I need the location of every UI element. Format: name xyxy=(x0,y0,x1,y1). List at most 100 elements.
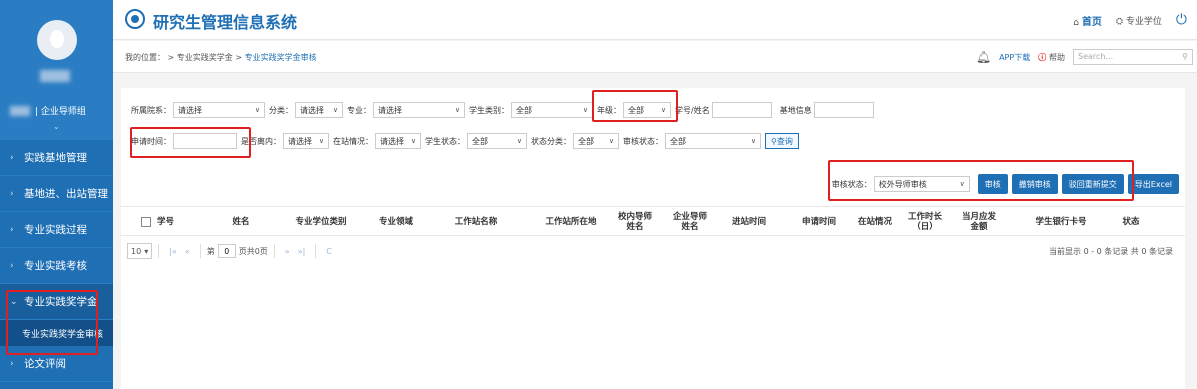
last-page-icon[interactable]: »| xyxy=(294,247,310,256)
breadcrumb: 我的位置： > 专业实践奖学金 > 专业实践奖学金审核 xyxy=(125,52,317,63)
user-id-blurred xyxy=(10,105,30,116)
page-size-select[interactable]: 10 ▾ xyxy=(127,243,153,259)
divider xyxy=(315,244,317,258)
category-select[interactable]: 请选择 ∨ xyxy=(295,102,343,118)
department-select[interactable]: 请选择 ∨ xyxy=(173,102,265,118)
chevron-down-icon: ∨ xyxy=(959,180,965,188)
sidebar-item-label: 专业实践过程 xyxy=(24,224,87,236)
col-station-name: 工作站名称 xyxy=(454,217,498,227)
bell-icon[interactable]: 🔔︎ xyxy=(976,50,991,64)
col-entry-time: 进站时间 xyxy=(731,217,766,227)
col-station-location: 工作站所在地 xyxy=(545,217,597,227)
avatar[interactable] xyxy=(37,20,77,60)
next-page-icon[interactable]: » xyxy=(281,247,294,256)
sidebar-item-label: 论文评阅 xyxy=(24,358,66,370)
select-all-checkbox[interactable] xyxy=(141,217,151,227)
search-input[interactable]: Search... ⚲ xyxy=(1073,49,1193,65)
major-select[interactable]: 请选择 ∨ xyxy=(373,102,465,118)
filter-label-category: 分类： xyxy=(269,105,293,115)
reject-resubmit-button[interactable]: 驳回重新提交 xyxy=(1061,174,1124,194)
col-internal-advisor: 校内导师姓名 xyxy=(617,212,652,232)
sidebar-item-practice-assessment[interactable]: › 专业实践考核 xyxy=(0,248,113,284)
filter-label-review-status: 审核状态： xyxy=(623,136,663,146)
breadcrumb-bar: 我的位置： > 专业实践奖学金 > 专业实践奖学金审核 🔔︎ APP下载 ⓘ 帮… xyxy=(113,41,1197,73)
approve-button[interactable]: 审核 xyxy=(977,174,1008,194)
system-title: 研究生管理信息系统 xyxy=(153,13,298,32)
col-name: 姓名 xyxy=(232,217,250,227)
chevron-down-icon: ∨ xyxy=(410,137,416,145)
sidebar: | 企业导师组 ⌄ › 实践基地管理 › 基地进、出站管理 › 专业实践过程 › 专业实… xyxy=(0,0,113,389)
home-link[interactable]: ⌂ 首页 xyxy=(1073,13,1102,28)
user-profile: | 企业导师组 ⌄ xyxy=(0,0,113,140)
chevron-down-icon: ∨ xyxy=(254,106,260,114)
breadcrumb-path[interactable]: > 专业实践奖学金 > xyxy=(168,53,243,62)
sidebar-item-practice-base[interactable]: › 实践基地管理 xyxy=(0,140,113,176)
filter-label-in-city: 是否离内： xyxy=(241,136,281,146)
apply-time-input[interactable] xyxy=(173,133,237,149)
filter-label-grade: 年级： xyxy=(597,105,621,115)
total-pages: 页共0页 xyxy=(238,246,268,256)
sidebar-item-scholarship[interactable]: ⌄ 专业实践奖学金 xyxy=(0,284,113,320)
status-category-select[interactable]: 全部 ∨ xyxy=(573,133,619,149)
divider xyxy=(199,244,201,258)
page-number-input[interactable] xyxy=(217,244,236,258)
sidebar-item-label: 专业实践奖学金 xyxy=(24,296,98,308)
chevron-down-icon: ⌄ xyxy=(10,296,18,307)
col-monthly-amount: 当月应发金额 xyxy=(961,212,996,232)
review-status-label: 审核状态： xyxy=(831,179,872,189)
student-id-name-input[interactable] xyxy=(711,102,772,118)
first-page-icon[interactable]: |« xyxy=(165,247,181,256)
graduation-cap-icon: ⛭ xyxy=(1115,16,1126,27)
chevron-down-icon: ∨ xyxy=(454,106,460,114)
search-icon[interactable]: ⚲ xyxy=(1182,52,1188,62)
app-download-link[interactable]: APP下载 xyxy=(999,52,1030,63)
review-status-select[interactable]: 校外导师审核 ∨ xyxy=(873,176,970,192)
filter-label-station-status: 在站情况： xyxy=(333,136,373,146)
student-type-select[interactable]: 全部 ∨ xyxy=(511,102,593,118)
chevron-down-icon: ▾ xyxy=(144,246,149,256)
sidebar-subitem-scholarship-review[interactable]: 专业实践奖学金审核 xyxy=(0,320,113,346)
query-button[interactable]: ⚲ 查询 xyxy=(765,133,799,149)
sidebar-item-thesis-review[interactable]: › 论文评阅 xyxy=(0,346,113,382)
filter-label-base: 基地信息 xyxy=(779,105,812,115)
station-status-select[interactable]: 请选择 ∨ xyxy=(375,133,421,149)
grade-select[interactable]: 全部 ∨ xyxy=(623,102,671,118)
utility-bar: 🔔︎ APP下载 ⓘ 帮助 Search... ⚲ xyxy=(976,49,1193,65)
degree-link[interactable]: ⛭ 专业学位 xyxy=(1116,14,1162,27)
prev-page-icon[interactable]: « xyxy=(181,247,194,256)
power-icon[interactable]: ⏻ xyxy=(1176,12,1187,28)
user-role: | 企业导师组 xyxy=(35,107,86,117)
divider xyxy=(158,244,160,258)
help-link[interactable]: ⓘ 帮助 xyxy=(1038,52,1065,63)
top-header: 研究生管理信息系统 ⌂ 首页 ⛭ 专业学位 ⏻ xyxy=(113,0,1197,40)
col-degree-type: 专业学位类别 xyxy=(295,217,347,227)
review-status-filter-select[interactable]: 全部 ∨ xyxy=(665,133,761,149)
sidebar-item-practice-process[interactable]: › 专业实践过程 xyxy=(0,212,113,248)
filter-row-2: 申请时间： 是否离内： 请选择 ∨ 在站情况： 请选择 ∨ 学生状态： 全部 ∨ 状态… xyxy=(131,133,799,149)
filter-label-student: 学号/姓名 xyxy=(675,105,710,115)
refresh-icon[interactable]: C xyxy=(322,247,336,256)
chevron-down-icon: ∨ xyxy=(750,137,756,145)
col-student-id[interactable]: 学号 xyxy=(141,207,201,237)
export-excel-button[interactable]: 导出Excel xyxy=(1127,174,1179,194)
revoke-review-button[interactable]: 撤销审核 xyxy=(1011,174,1058,194)
divider xyxy=(273,244,275,258)
col-status: 状态 xyxy=(1122,217,1140,227)
university-logo-icon xyxy=(125,9,145,29)
sidebar-subitem-label: 专业实践奖学金审核 xyxy=(22,329,104,340)
chevron-down-icon: ∨ xyxy=(516,137,522,145)
chevron-down-icon: ∨ xyxy=(582,106,588,114)
app-root: | 企业导师组 ⌄ › 实践基地管理 › 基地进、出站管理 › 专业实践过程 › 专业实… xyxy=(0,0,1197,389)
student-status-select[interactable]: 全部 ∨ xyxy=(467,133,527,149)
in-city-select[interactable]: 请选择 ∨ xyxy=(283,133,329,149)
sidebar-item-label: 专业实践考核 xyxy=(24,260,87,272)
chevron-down-icon[interactable]: ⌄ xyxy=(53,122,60,131)
breadcrumb-current[interactable]: 专业实践奖学金审核 xyxy=(245,53,317,62)
filter-label-status-category: 状态分类： xyxy=(531,136,571,146)
user-name-blurred xyxy=(40,70,70,82)
sidebar-item-station-inout[interactable]: › 基地进、出站管理 xyxy=(0,176,113,212)
chevron-down-icon: ∨ xyxy=(660,106,666,114)
base-info-input[interactable] xyxy=(813,102,874,118)
sidebar-item-label: 实践基地管理 xyxy=(24,152,87,164)
chevron-right-icon: › xyxy=(10,358,14,369)
